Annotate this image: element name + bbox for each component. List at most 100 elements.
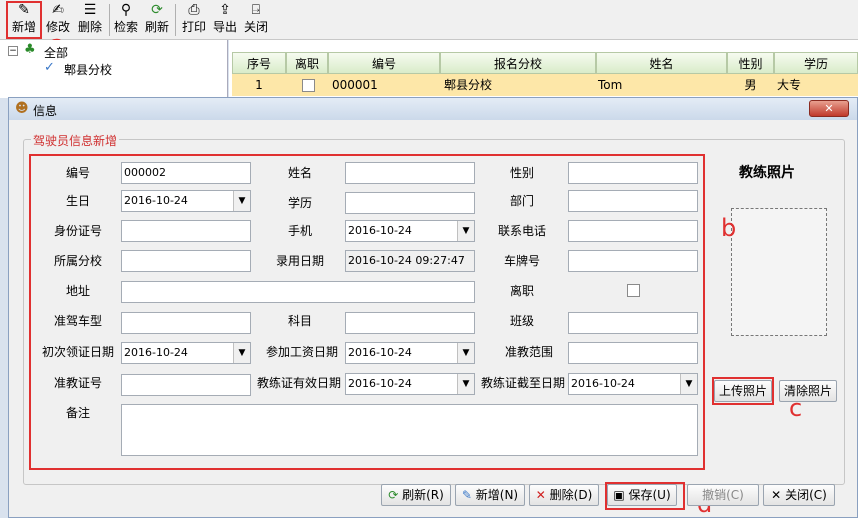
label-subject: 科目 [287, 314, 312, 328]
grid-header-name[interactable]: 姓名 [596, 52, 727, 74]
mobile-value: 2016-10-24 [348, 224, 412, 237]
binoculars-icon: ⚲ [120, 2, 132, 18]
label-birthday: 生日 [65, 194, 90, 208]
label-work-start-date: 参加工资日期 [265, 345, 338, 359]
row-education: 大专 [777, 74, 858, 96]
form-group-title: 驾驶员信息新增 [31, 132, 120, 149]
grid-header-resigned[interactable]: 离职 [286, 52, 328, 74]
label-phone: 联系电话 [497, 224, 546, 238]
toolbar-close-button[interactable]: ⍈ 关闭 [242, 2, 270, 38]
label-license-type: 准驾车型 [53, 314, 102, 328]
main-toolbar: ✎ 新增 ✍ 修改 ☰ 删除 ⚲ 检索 ⟳ 刷新 ⎙ 打印 ⇪ 导出 ⍈ 关闭 [0, 0, 858, 40]
phone-field[interactable] [568, 220, 698, 242]
refresh-icon: ⟳ [151, 2, 163, 18]
birthday-value: 2016-10-24 [124, 194, 188, 207]
grid-header-id[interactable]: 编号 [328, 52, 440, 74]
delete-icon: ✕ [535, 488, 546, 502]
annotation-box-upload [712, 377, 774, 405]
new-icon: ✎ [461, 488, 472, 502]
row-id: 000001 [332, 74, 440, 96]
label-branch: 所属分校 [53, 254, 102, 268]
label-coach-valid-date: 教练证有效日期 [256, 376, 341, 390]
address-field[interactable] [121, 281, 475, 303]
row-index: 1 [232, 74, 286, 96]
chevron-down-icon[interactable]: ▼ [233, 343, 250, 363]
label-name: 姓名 [287, 166, 312, 180]
grid-header-education[interactable]: 学历 [774, 52, 858, 74]
toolbar-export-button[interactable]: ⇪ 导出 [211, 2, 239, 38]
coach-expire-date-picker[interactable]: 2016-10-24 ▼ [568, 373, 698, 395]
dialog-title: 信息 [33, 104, 58, 118]
id-field[interactable]: 000002 [121, 162, 251, 184]
label-class: 班级 [509, 314, 534, 328]
coach-valid-date-picker[interactable]: 2016-10-24 ▼ [345, 373, 475, 395]
label-address: 地址 [65, 284, 90, 298]
name-field[interactable] [345, 162, 475, 184]
refresh-icon: ⟳ [388, 488, 399, 502]
label-department: 部门 [509, 194, 534, 208]
label-gender: 性别 [509, 166, 534, 180]
education-field[interactable] [345, 192, 475, 214]
dialog-titlebar[interactable]: ☻ 信息 ✕ [9, 98, 857, 120]
id-card-field[interactable] [121, 220, 251, 242]
work-start-date-picker[interactable]: 2016-10-24 ▼ [345, 342, 475, 364]
row-gender: 男 [727, 74, 774, 96]
row-name: Tom [598, 74, 727, 96]
toolbar-search-button[interactable]: ⚲ 检索 [112, 2, 140, 38]
cancel-button[interactable]: 撤销(C) [687, 484, 759, 506]
hire-date-field: 2016-10-24 09:27:47 [345, 250, 475, 272]
row-branch: 郫县分校 [444, 74, 596, 96]
toolbar-refresh-button[interactable]: ⟳ 刷新 [143, 2, 171, 38]
chevron-down-icon[interactable]: ▼ [680, 374, 697, 394]
mobile-picker[interactable]: 2016-10-24 ▼ [345, 220, 475, 242]
label-teach-cert: 准教证号 [53, 376, 102, 390]
grid-header-index[interactable]: 序号 [232, 52, 286, 74]
resigned-checkbox[interactable] [627, 284, 640, 297]
label-id: 编号 [65, 166, 90, 180]
label-resigned: 离职 [509, 284, 534, 298]
dialog-close-button[interactable]: ✕ [809, 100, 849, 117]
label-plate: 车牌号 [503, 254, 540, 268]
license-type-field[interactable] [121, 312, 251, 334]
grid-header-gender[interactable]: 性别 [727, 52, 774, 74]
add-button[interactable]: ✎ 新增(N) [455, 484, 525, 506]
coach-expire-date-value: 2016-10-24 [571, 377, 635, 390]
remark-textarea[interactable] [121, 404, 698, 456]
label-hire-date: 录用日期 [275, 254, 324, 268]
annotation-label-b: b [721, 214, 737, 242]
branch-field[interactable] [121, 250, 251, 272]
chevron-down-icon[interactable]: ▼ [457, 343, 474, 363]
birthday-picker[interactable]: 2016-10-24 ▼ [121, 190, 251, 212]
tree-root-label[interactable]: 全部 [44, 44, 68, 61]
plate-field[interactable] [568, 250, 698, 272]
class-field[interactable] [568, 312, 698, 334]
chevron-down-icon[interactable]: ▼ [457, 374, 474, 394]
delete-button[interactable]: ✕ 删除(D) [529, 484, 599, 506]
branch-tree: − ♣ 全部 ✓ 郫县分校 [0, 40, 228, 98]
label-coach-expire-date: 教练证截至日期 [480, 376, 565, 390]
toolbar-print-button[interactable]: ⎙ 打印 [180, 2, 208, 38]
clear-photo-button[interactable]: 清除照片 [779, 380, 837, 402]
tree-collapse-toggle[interactable]: − [8, 46, 18, 56]
teach-cert-field[interactable] [121, 374, 251, 396]
gender-field[interactable] [568, 162, 698, 184]
chevron-down-icon[interactable]: ▼ [233, 191, 250, 211]
tree-child-icon: ✓ [44, 60, 55, 75]
department-field[interactable] [568, 190, 698, 212]
coach-grid: 序号 离职 编号 报名分校 姓名 性别 学历 1 000001 郫县分校 Tom… [229, 40, 858, 98]
refresh-button[interactable]: ⟳ 刷新(R) [381, 484, 451, 506]
annotation-label-c: c [789, 394, 803, 422]
teach-range-field[interactable] [568, 342, 698, 364]
edit-icon: ✍ [52, 2, 64, 18]
close-button[interactable]: ✕ 关闭(C) [763, 484, 835, 506]
work-start-date-value: 2016-10-24 [348, 346, 412, 359]
delete-icon: ☰ [83, 2, 97, 18]
toolbar-delete-button[interactable]: ☰ 删除 [74, 2, 106, 38]
row-resigned-checkbox[interactable] [302, 79, 315, 92]
photo-title: 教练照片 [739, 165, 795, 181]
grid-header-branch[interactable]: 报名分校 [440, 52, 596, 74]
chevron-down-icon[interactable]: ▼ [457, 221, 474, 241]
subject-field[interactable] [345, 312, 475, 334]
tree-child-label[interactable]: 郫县分校 [64, 61, 112, 78]
first-license-date-picker[interactable]: 2016-10-24 ▼ [121, 342, 251, 364]
